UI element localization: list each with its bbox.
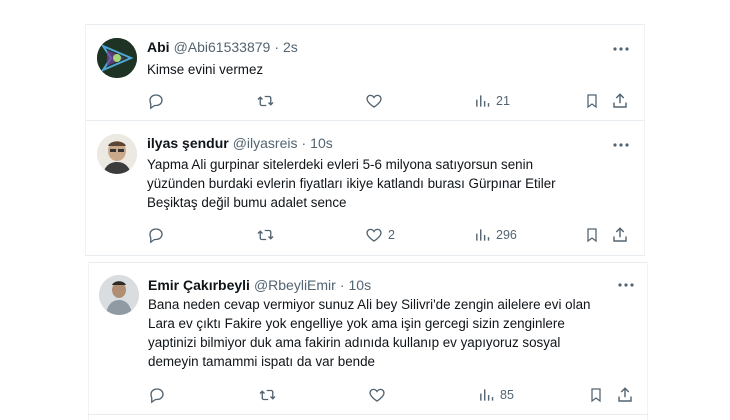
like-button[interactable] [368, 385, 391, 405]
reply-button[interactable] [147, 91, 170, 111]
tweet-text-line: demeyin tamammi ispatı da var bende [148, 354, 376, 369]
bookmark-button[interactable] [588, 385, 604, 405]
share-icon [618, 387, 632, 402]
view-count: 85 [500, 388, 514, 402]
views-button[interactable]: 85 [478, 385, 514, 405]
tweet-text: Bana neden cevap vermiyor sunuz Ali bey … [148, 295, 590, 371]
avatar-image [97, 38, 137, 78]
divider [88, 414, 648, 415]
share-button[interactable] [616, 385, 634, 405]
tweet-text-line: Beşiktaş değil bumu adalet sence [147, 195, 347, 210]
share-button[interactable] [611, 225, 629, 245]
avatar[interactable] [97, 134, 137, 174]
author-name[interactable]: Abi [147, 39, 170, 55]
heart-icon [366, 94, 382, 108]
author-handle[interactable]: @ilyasreis [233, 135, 298, 151]
views-button[interactable]: 21 [474, 91, 510, 111]
heart-icon [366, 228, 382, 242]
avatar-image [97, 134, 137, 174]
tweet-text-line: yüzünden burdaki evlerin fiyatları ikiye… [147, 176, 556, 191]
more-options-button[interactable] [611, 135, 631, 155]
tweet-3[interactable]: Emir Çakırbeyli @RbeyliEmir · 10s Bana n… [88, 262, 648, 420]
retweet-icon [257, 229, 274, 241]
author-handle[interactable]: @Abi61533879 [174, 39, 271, 55]
author-name[interactable]: ilyas şendur [147, 135, 229, 151]
retweet-button[interactable] [256, 225, 280, 245]
author-name[interactable]: Emir Çakırbeyli [148, 277, 250, 293]
more-options-button[interactable] [611, 39, 631, 59]
views-icon [480, 389, 494, 401]
tweet-2[interactable]: ilyas şendur @ilyasreis · 10s Yapma Ali … [85, 120, 645, 255]
like-button[interactable] [365, 91, 388, 111]
reply-icon [150, 388, 164, 404]
author-handle[interactable]: @RbeyliEmir [254, 277, 336, 293]
tweet-header: ilyas şendur @ilyasreis · 10s [147, 135, 333, 151]
separator-dot: · [339, 277, 345, 293]
timestamp[interactable]: 10s [349, 277, 372, 293]
heart-icon [369, 388, 385, 402]
reply-button[interactable] [148, 385, 171, 405]
bookmark-button[interactable] [584, 91, 600, 111]
separator-dot: · [301, 135, 307, 151]
tweet-text-line: yaptinizi bilmiyor duk ama fakirin adını… [148, 335, 561, 350]
tweet-text-line: Lara ev çıktı Fakire yok engelliye yok a… [148, 316, 565, 331]
action-bar: 2 296 [86, 225, 646, 245]
timestamp[interactable]: 10s [310, 135, 333, 151]
views-icon [476, 95, 490, 107]
avatar-image [99, 275, 139, 315]
tweet-header: Abi @Abi61533879 · 2s [147, 39, 298, 55]
retweet-button[interactable] [258, 385, 282, 405]
share-button[interactable] [611, 91, 629, 111]
reply-button[interactable] [147, 225, 170, 245]
tweet-text-line: Bana neden cevap vermiyor sunuz Ali bey … [148, 297, 591, 312]
reply-icon [149, 94, 163, 110]
avatar[interactable] [99, 275, 139, 315]
view-count: 21 [496, 94, 510, 108]
action-bar: 85 [89, 385, 649, 405]
divider [85, 255, 645, 256]
bookmark-icon [587, 228, 597, 243]
tweet-text: Kimse evini vermez [147, 60, 263, 79]
tweet-text-line: Kimse evini vermez [147, 62, 264, 77]
like-button[interactable]: 2 [365, 225, 395, 245]
more-icon [613, 143, 629, 147]
tweet-text-line: Yapma Ali gurpinar sitelerdeki evleri 5-… [147, 157, 534, 172]
like-count: 2 [388, 228, 395, 242]
tweet-header: Emir Çakırbeyli @RbeyliEmir · 10s [148, 277, 371, 293]
bookmark-icon [591, 388, 601, 403]
share-icon [613, 227, 627, 242]
avatar[interactable] [97, 38, 137, 78]
separator-dot: · [274, 39, 279, 55]
more-icon [618, 283, 634, 287]
more-options-button[interactable] [616, 275, 636, 295]
retweet-icon [257, 95, 274, 107]
action-bar: 21 [86, 91, 646, 111]
more-icon [613, 47, 629, 51]
reply-icon [149, 228, 163, 244]
share-icon [613, 93, 627, 108]
bookmark-button[interactable] [584, 225, 600, 245]
retweet-icon [259, 389, 276, 401]
views-button[interactable]: 296 [474, 225, 517, 245]
tweet-text: Yapma Ali gurpinar sitelerdeki evleri 5-… [147, 155, 556, 212]
view-count: 296 [496, 228, 517, 242]
retweet-button[interactable] [256, 91, 280, 111]
tweet-1[interactable]: Abi @Abi61533879 · 2s Kimse evini vermez… [85, 24, 645, 120]
timestamp[interactable]: 2s [283, 39, 298, 55]
views-icon [476, 229, 490, 241]
bookmark-icon [587, 94, 597, 109]
